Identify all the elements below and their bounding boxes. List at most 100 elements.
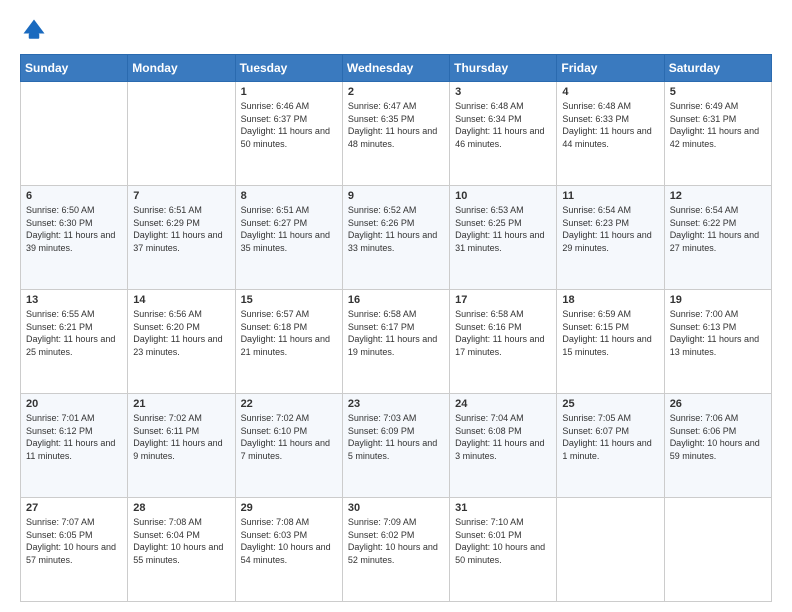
day-detail: Sunrise: 6:47 AM Sunset: 6:35 PM Dayligh… <box>348 100 444 150</box>
day-number: 2 <box>348 86 444 98</box>
day-number: 8 <box>241 190 337 202</box>
day-number: 1 <box>241 86 337 98</box>
day-detail: Sunrise: 6:55 AM Sunset: 6:21 PM Dayligh… <box>26 308 122 358</box>
calendar-cell: 3Sunrise: 6:48 AM Sunset: 6:34 PM Daylig… <box>450 82 557 186</box>
day-number: 11 <box>562 190 658 202</box>
day-detail: Sunrise: 6:58 AM Sunset: 6:17 PM Dayligh… <box>348 308 444 358</box>
day-detail: Sunrise: 7:09 AM Sunset: 6:02 PM Dayligh… <box>348 516 444 566</box>
day-number: 9 <box>348 190 444 202</box>
week-row-5: 27Sunrise: 7:07 AM Sunset: 6:05 PM Dayli… <box>21 498 772 602</box>
weekday-thursday: Thursday <box>450 55 557 82</box>
page: SundayMondayTuesdayWednesdayThursdayFrid… <box>0 0 792 612</box>
day-number: 6 <box>26 190 122 202</box>
day-detail: Sunrise: 6:56 AM Sunset: 6:20 PM Dayligh… <box>133 308 229 358</box>
day-detail: Sunrise: 7:01 AM Sunset: 6:12 PM Dayligh… <box>26 412 122 462</box>
day-detail: Sunrise: 6:51 AM Sunset: 6:27 PM Dayligh… <box>241 204 337 254</box>
week-row-2: 6 Sunrise: 6:50 AM Sunset: 6:30 PM Daylig… <box>21 186 772 290</box>
day-detail: Sunrise: 7:08 AM Sunset: 6:04 PM Dayligh… <box>133 516 229 566</box>
day-number: 23 <box>348 398 444 410</box>
day-detail: Sunrise: 7:04 AM Sunset: 6:08 PM Dayligh… <box>455 412 551 462</box>
day-detail: Sunrise: 6:59 AM Sunset: 6:15 PM Dayligh… <box>562 308 658 358</box>
day-detail: Sunrise: 7:02 AM Sunset: 6:11 PM Dayligh… <box>133 412 229 462</box>
day-number: 15 <box>241 294 337 306</box>
calendar-cell: 24 Sunrise: 7:04 AM Sunset: 6:08 PM Dayli… <box>450 394 557 498</box>
calendar-cell <box>21 82 128 186</box>
day-detail: Sunrise: 6:54 AM Sunset: 6:22 PM Dayligh… <box>670 204 766 254</box>
calendar-cell: 17Sunrise: 6:58 AM Sunset: 6:16 PM Dayli… <box>450 290 557 394</box>
calendar-cell: 23 Sunrise: 7:03 AM Sunset: 6:09 PM Dayli… <box>342 394 449 498</box>
weekday-tuesday: Tuesday <box>235 55 342 82</box>
day-number: 31 <box>455 502 551 514</box>
calendar-cell: 16 Sunrise: 6:58 AM Sunset: 6:17 PM Dayli… <box>342 290 449 394</box>
day-number: 28 <box>133 502 229 514</box>
day-detail: Sunrise: 7:10 AM Sunset: 6:01 PM Dayligh… <box>455 516 551 566</box>
calendar-cell: 20 Sunrise: 7:01 AM Sunset: 6:12 PM Dayli… <box>21 394 128 498</box>
day-number: 29 <box>241 502 337 514</box>
day-detail: Sunrise: 6:53 AM Sunset: 6:25 PM Dayligh… <box>455 204 551 254</box>
day-detail: Sunrise: 7:00 AM Sunset: 6:13 PM Dayligh… <box>670 308 766 358</box>
day-number: 14 <box>133 294 229 306</box>
calendar-cell: 10 Sunrise: 6:53 AM Sunset: 6:25 PM Dayli… <box>450 186 557 290</box>
day-number: 30 <box>348 502 444 514</box>
day-detail: Sunrise: 7:02 AM Sunset: 6:10 PM Dayligh… <box>241 412 337 462</box>
calendar-cell: 18Sunrise: 6:59 AM Sunset: 6:15 PM Dayli… <box>557 290 664 394</box>
day-number: 12 <box>670 190 766 202</box>
week-row-1: 1 Sunrise: 6:46 AM Sunset: 6:37 PM Daylig… <box>21 82 772 186</box>
calendar-cell: 30 Sunrise: 7:09 AM Sunset: 6:02 PM Dayli… <box>342 498 449 602</box>
day-number: 5 <box>670 86 766 98</box>
logo <box>20 16 52 44</box>
calendar-cell: 25Sunrise: 7:05 AM Sunset: 6:07 PM Dayli… <box>557 394 664 498</box>
day-detail: Sunrise: 6:46 AM Sunset: 6:37 PM Dayligh… <box>241 100 337 150</box>
day-detail: Sunrise: 6:48 AM Sunset: 6:33 PM Dayligh… <box>562 100 658 150</box>
day-number: 7 <box>133 190 229 202</box>
calendar-cell: 31 Sunrise: 7:10 AM Sunset: 6:01 PM Dayli… <box>450 498 557 602</box>
calendar-cell: 8 Sunrise: 6:51 AM Sunset: 6:27 PM Daylig… <box>235 186 342 290</box>
calendar-cell <box>557 498 664 602</box>
calendar-cell: 11 Sunrise: 6:54 AM Sunset: 6:23 PM Dayli… <box>557 186 664 290</box>
weekday-monday: Monday <box>128 55 235 82</box>
calendar-cell: 14 Sunrise: 6:56 AM Sunset: 6:20 PM Dayli… <box>128 290 235 394</box>
day-detail: Sunrise: 6:51 AM Sunset: 6:29 PM Dayligh… <box>133 204 229 254</box>
day-number: 27 <box>26 502 122 514</box>
day-number: 26 <box>670 398 766 410</box>
calendar-cell: 21 Sunrise: 7:02 AM Sunset: 6:11 PM Dayli… <box>128 394 235 498</box>
calendar-cell: 7 Sunrise: 6:51 AM Sunset: 6:29 PM Daylig… <box>128 186 235 290</box>
day-detail: Sunrise: 6:54 AM Sunset: 6:23 PM Dayligh… <box>562 204 658 254</box>
calendar-cell: 5Sunrise: 6:49 AM Sunset: 6:31 PM Daylig… <box>664 82 771 186</box>
calendar-cell: 13 Sunrise: 6:55 AM Sunset: 6:21 PM Dayli… <box>21 290 128 394</box>
calendar-table: SundayMondayTuesdayWednesdayThursdayFrid… <box>20 54 772 602</box>
day-detail: Sunrise: 6:57 AM Sunset: 6:18 PM Dayligh… <box>241 308 337 358</box>
calendar-cell: 22 Sunrise: 7:02 AM Sunset: 6:10 PM Dayli… <box>235 394 342 498</box>
calendar-cell: 9 Sunrise: 6:52 AM Sunset: 6:26 PM Daylig… <box>342 186 449 290</box>
weekday-header-row: SundayMondayTuesdayWednesdayThursdayFrid… <box>21 55 772 82</box>
calendar-cell: 29 Sunrise: 7:08 AM Sunset: 6:03 PM Dayli… <box>235 498 342 602</box>
day-number: 10 <box>455 190 551 202</box>
day-number: 22 <box>241 398 337 410</box>
weekday-wednesday: Wednesday <box>342 55 449 82</box>
header <box>20 16 772 44</box>
day-detail: Sunrise: 6:52 AM Sunset: 6:26 PM Dayligh… <box>348 204 444 254</box>
weekday-friday: Friday <box>557 55 664 82</box>
day-detail: Sunrise: 6:50 AM Sunset: 6:30 PM Dayligh… <box>26 204 122 254</box>
calendar-cell <box>128 82 235 186</box>
day-number: 24 <box>455 398 551 410</box>
day-detail: Sunrise: 7:03 AM Sunset: 6:09 PM Dayligh… <box>348 412 444 462</box>
calendar-cell: 19 Sunrise: 7:00 AM Sunset: 6:13 PM Dayli… <box>664 290 771 394</box>
day-detail: Sunrise: 6:58 AM Sunset: 6:16 PM Dayligh… <box>455 308 551 358</box>
weekday-saturday: Saturday <box>664 55 771 82</box>
day-number: 19 <box>670 294 766 306</box>
day-detail: Sunrise: 7:06 AM Sunset: 6:06 PM Dayligh… <box>670 412 766 462</box>
day-number: 20 <box>26 398 122 410</box>
calendar-cell: 28 Sunrise: 7:08 AM Sunset: 6:04 PM Dayli… <box>128 498 235 602</box>
calendar-cell: 15 Sunrise: 6:57 AM Sunset: 6:18 PM Dayli… <box>235 290 342 394</box>
weekday-sunday: Sunday <box>21 55 128 82</box>
day-detail: Sunrise: 6:48 AM Sunset: 6:34 PM Dayligh… <box>455 100 551 150</box>
day-number: 16 <box>348 294 444 306</box>
calendar-cell: 26 Sunrise: 7:06 AM Sunset: 6:06 PM Dayli… <box>664 394 771 498</box>
calendar-cell <box>664 498 771 602</box>
day-number: 21 <box>133 398 229 410</box>
calendar-cell: 4Sunrise: 6:48 AM Sunset: 6:33 PM Daylig… <box>557 82 664 186</box>
day-number: 13 <box>26 294 122 306</box>
day-detail: Sunrise: 7:08 AM Sunset: 6:03 PM Dayligh… <box>241 516 337 566</box>
day-number: 25 <box>562 398 658 410</box>
